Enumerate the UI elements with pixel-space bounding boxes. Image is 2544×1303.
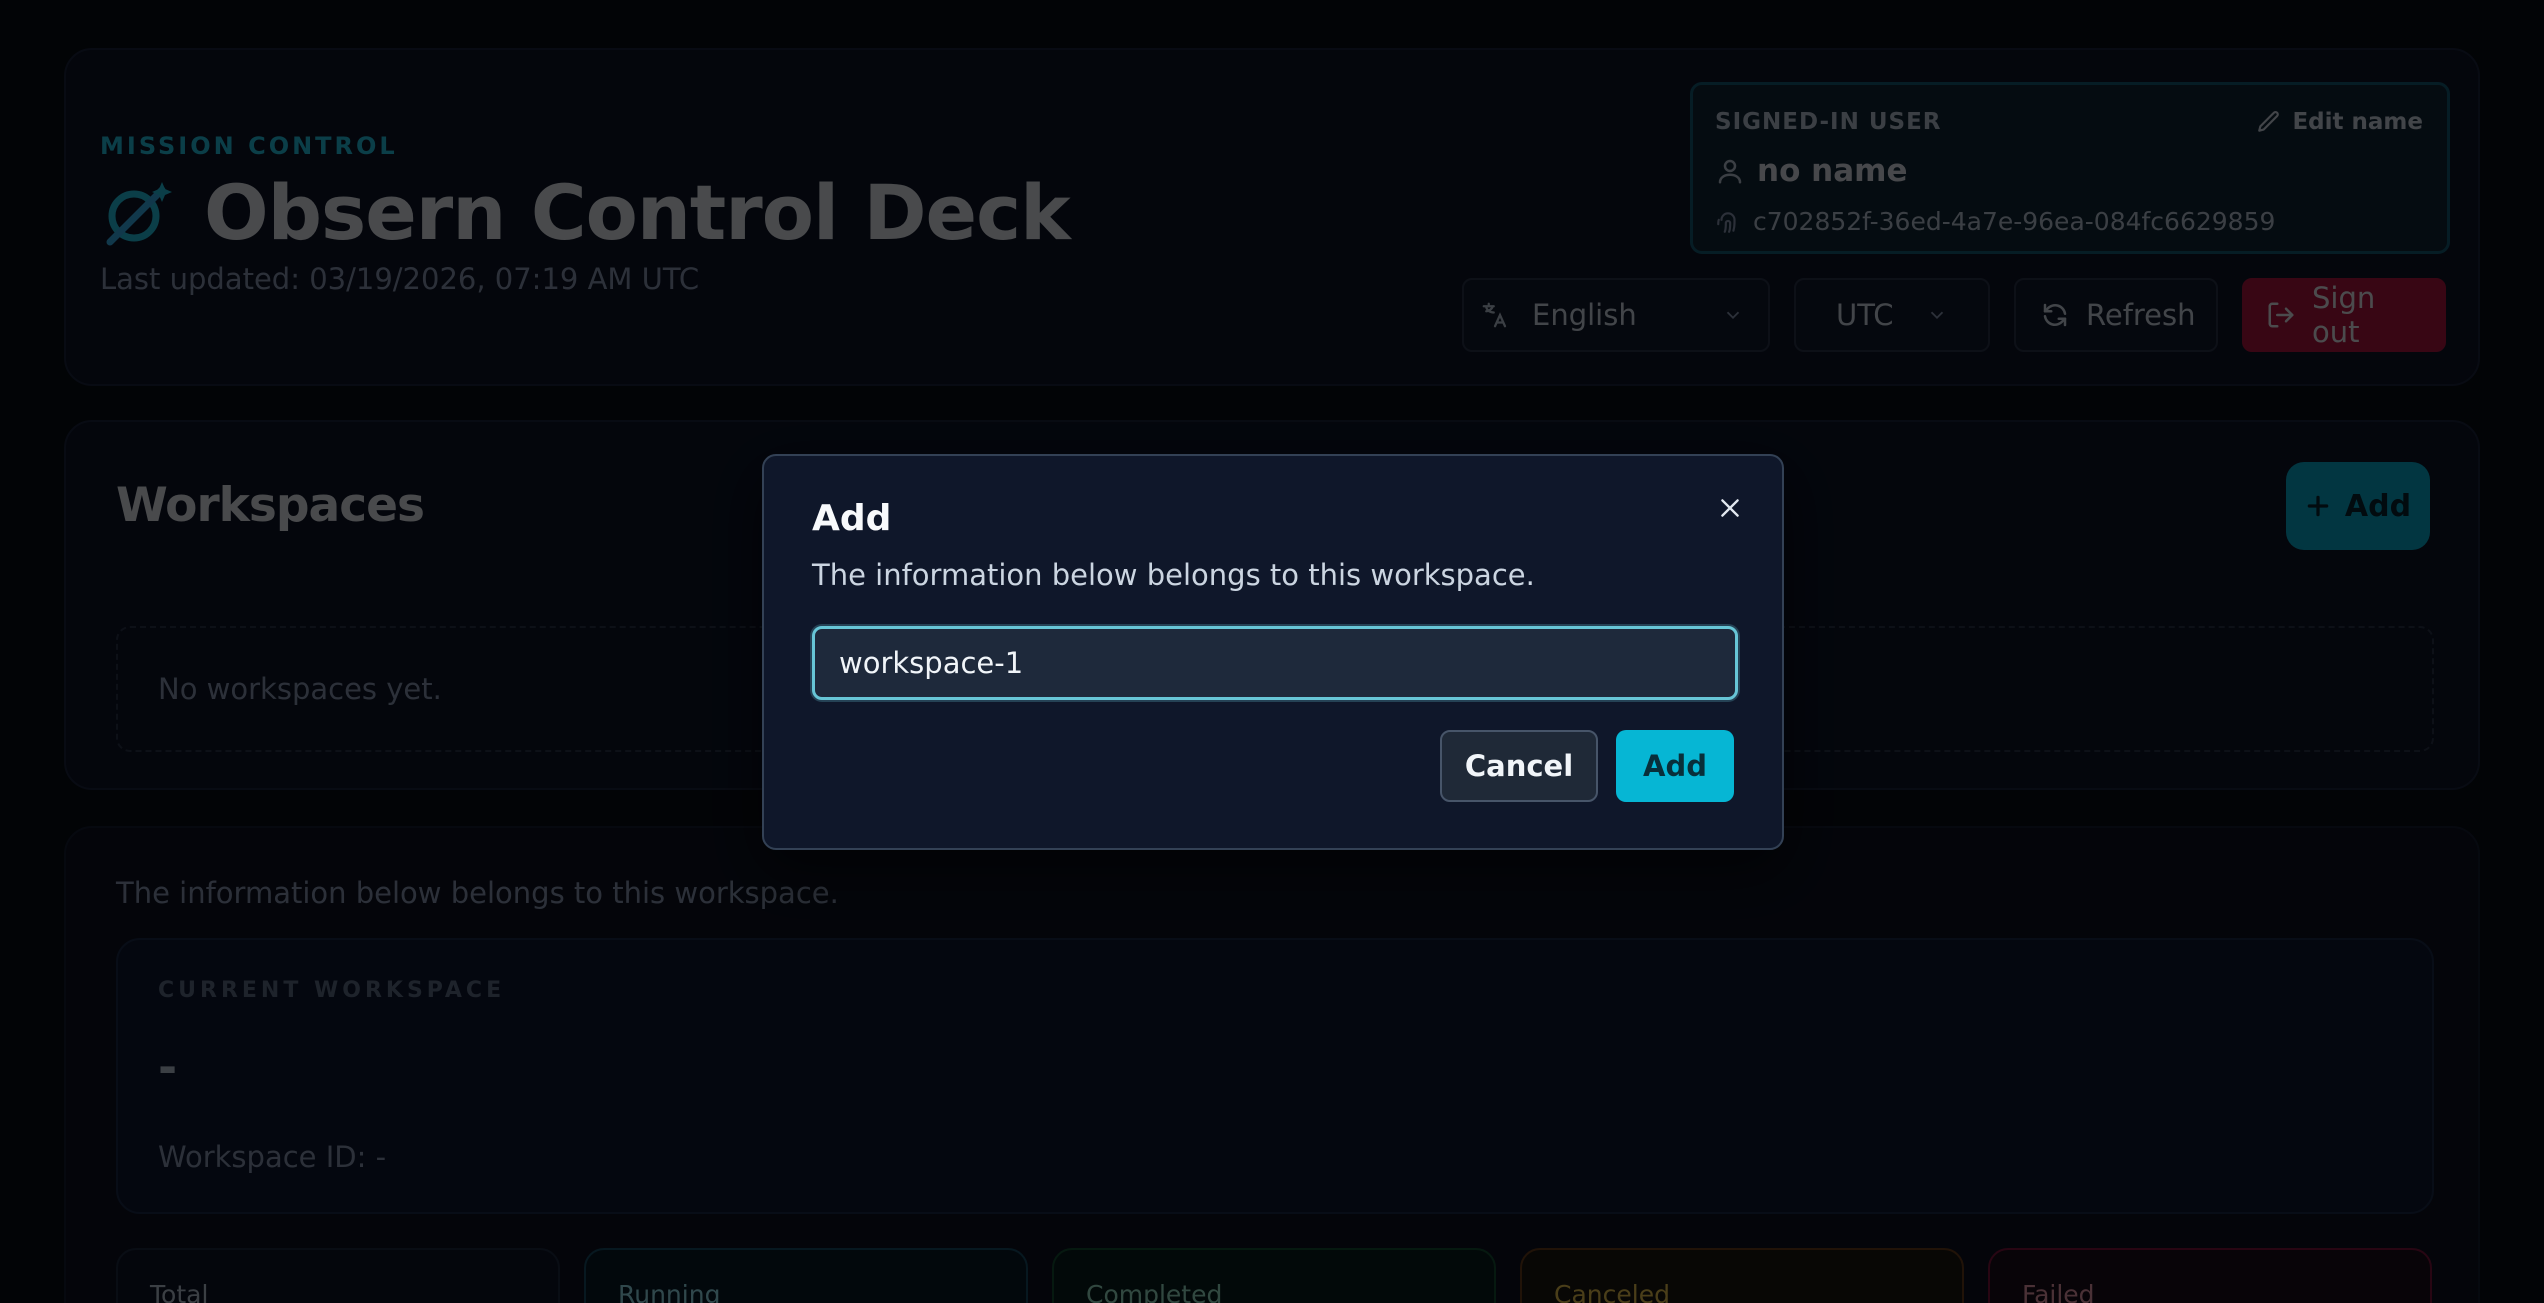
confirm-add-button[interactable]: Add bbox=[1616, 730, 1734, 802]
dialog-title: Add bbox=[812, 498, 892, 539]
dialog-description: The information below belongs to this wo… bbox=[812, 558, 1535, 592]
add-workspace-dialog: Add The information below belongs to thi… bbox=[762, 454, 1784, 850]
dialog-actions: Cancel Add bbox=[1440, 730, 1734, 802]
close-icon[interactable] bbox=[1712, 490, 1748, 526]
workspace-name-input[interactable] bbox=[812, 626, 1738, 700]
cancel-button[interactable]: Cancel bbox=[1440, 730, 1598, 802]
